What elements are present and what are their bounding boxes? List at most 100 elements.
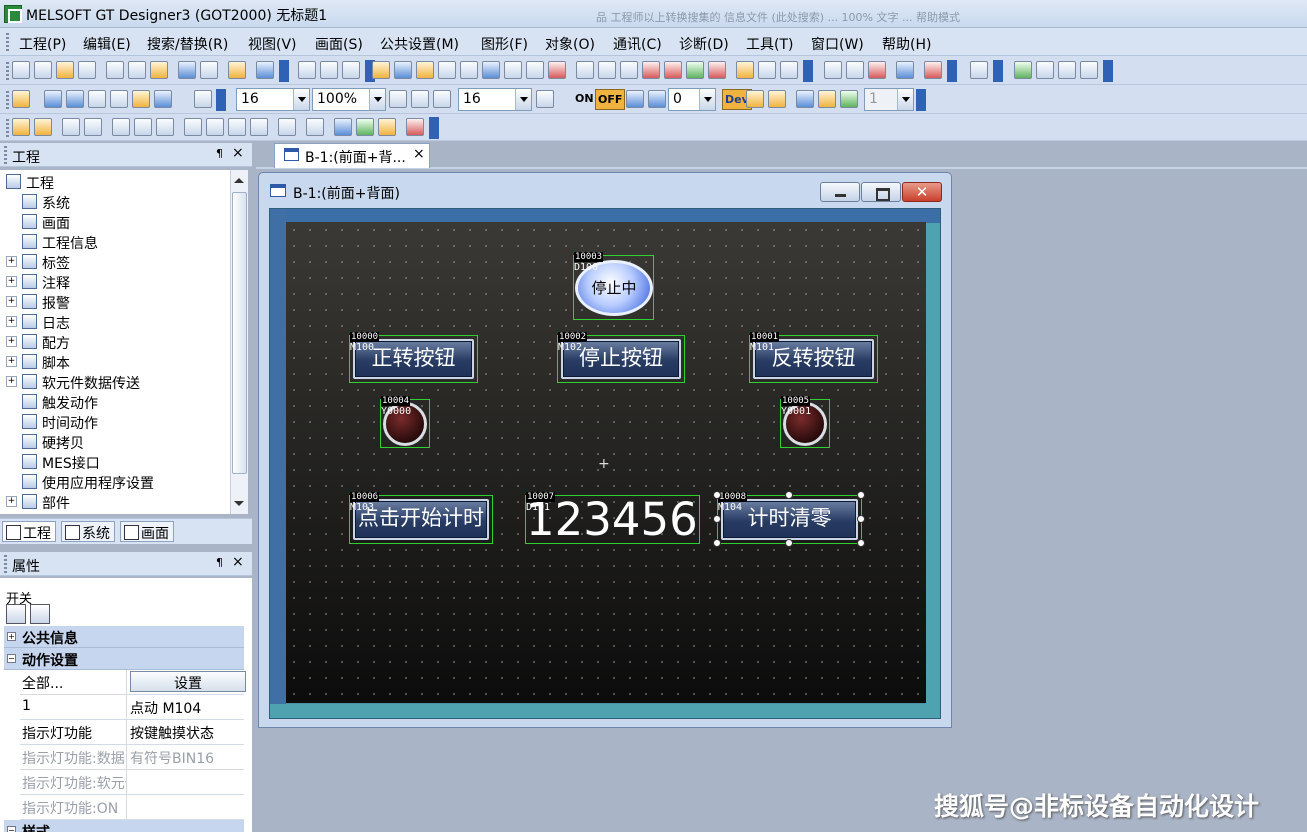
save-icon[interactable]: [78, 61, 96, 79]
language-icon[interactable]: [736, 61, 754, 79]
expand-icon[interactable]: +: [6, 376, 17, 387]
tool-icon[interactable]: [708, 61, 726, 79]
expand-icon[interactable]: +: [6, 276, 17, 287]
tab-project[interactable]: 工程: [2, 521, 56, 542]
tree-item[interactable]: + 部件: [6, 492, 230, 512]
lamp-y0000[interactable]: 10004 Y0000: [380, 396, 430, 448]
numeric-display[interactable]: 123456 10007 D101: [525, 492, 700, 544]
snap-icon[interactable]: [278, 118, 296, 136]
data-view-icon[interactable]: [504, 61, 522, 79]
panel-grip[interactable]: [4, 146, 7, 164]
expand-icon[interactable]: +: [6, 296, 17, 307]
font-icon[interactable]: [758, 61, 776, 79]
resize-handle-se[interactable]: [857, 539, 865, 547]
toolbar-overflow-icon[interactable]: [429, 117, 439, 139]
redo-icon[interactable]: [200, 61, 218, 79]
step-select[interactable]: 0: [668, 88, 716, 111]
screen-base-icon[interactable]: [298, 61, 316, 79]
object-icon[interactable]: [576, 61, 594, 79]
chevron-down-icon[interactable]: [515, 89, 531, 110]
tree-item[interactable]: + 日志: [6, 312, 230, 332]
frame-icon[interactable]: [620, 61, 638, 79]
layer-select[interactable]: 1: [864, 88, 914, 111]
pin-icon[interactable]: ¶: [216, 147, 223, 160]
flip-h-icon[interactable]: [206, 118, 224, 136]
pointer-up-icon[interactable]: [334, 118, 352, 136]
collapse-icon[interactable]: −: [7, 654, 16, 663]
alphabetical-view-icon[interactable]: [30, 604, 50, 624]
open-icon[interactable]: [56, 61, 74, 79]
stop-status-lamp[interactable]: 停止中 10003 D100: [573, 252, 654, 320]
font-size-select[interactable]: 16: [236, 88, 310, 111]
close-icon[interactable]: ×: [413, 146, 425, 162]
pin-icon[interactable]: ¶: [216, 556, 223, 569]
select-pointer-icon[interactable]: [228, 61, 246, 79]
project-tree[interactable]: 工程 系统 画面 工程信息 + 标签 + 注释 + 报警 + 日志 + 配方 + 脚本 + 软元件数据传送 触发动作…: [0, 170, 230, 514]
tree-item[interactable]: + 脚本: [6, 352, 230, 372]
categorized-view-icon[interactable]: [6, 604, 26, 624]
toolbar-overflow-icon[interactable]: [803, 60, 813, 82]
edit-vertex-icon[interactable]: [306, 118, 324, 136]
stop-button[interactable]: 停止按钮 10002 M102: [557, 332, 685, 383]
chevron-down-icon[interactable]: [369, 89, 385, 110]
data-table-icon[interactable]: [460, 61, 478, 79]
open-screen-icon[interactable]: [44, 90, 62, 108]
resize-handle-w[interactable]: [713, 515, 721, 523]
import-icon[interactable]: [824, 61, 842, 79]
device-list-icon[interactable]: [746, 90, 764, 108]
simulator-icon[interactable]: [970, 61, 988, 79]
tree-item[interactable]: + 报警: [6, 292, 230, 312]
expand-icon[interactable]: +: [6, 316, 17, 327]
tree-item[interactable]: MES接口: [6, 452, 230, 472]
resize-handle-s[interactable]: [785, 539, 793, 547]
expand-icon[interactable]: −: [7, 826, 16, 832]
zoom-select[interactable]: 100%: [312, 88, 386, 111]
zoom-in-icon[interactable]: [389, 90, 407, 108]
category-common-info[interactable]: + 公共信息: [4, 626, 244, 648]
panel-grip[interactable]: [4, 555, 7, 573]
tab-system[interactable]: 系统: [61, 521, 115, 542]
tree-scrollbar[interactable]: [230, 170, 248, 514]
abc-icon[interactable]: [780, 61, 798, 79]
expand-icon[interactable]: +: [6, 356, 17, 367]
zoom-out-icon[interactable]: [411, 90, 429, 108]
toolbar-overflow-icon[interactable]: [1103, 60, 1113, 82]
data-list-icon[interactable]: [438, 61, 456, 79]
expand-icon[interactable]: +: [6, 496, 17, 507]
menu-project[interactable]: 工程(P): [19, 34, 66, 54]
close-screen-icon[interactable]: [66, 90, 84, 108]
tree-item[interactable]: 硬拷贝: [6, 432, 230, 452]
ungroup-icon[interactable]: [34, 118, 52, 136]
book-icon[interactable]: [416, 61, 434, 79]
bring-front-icon[interactable]: [112, 118, 130, 136]
arrow-right-icon[interactable]: [648, 90, 666, 108]
globe-icon[interactable]: [686, 61, 704, 79]
property-row[interactable]: 1 点动 M104: [20, 695, 244, 720]
scroll-down-icon[interactable]: [234, 501, 244, 506]
settings-button[interactable]: 设置: [130, 671, 246, 692]
menu-communication[interactable]: 通讯(C): [613, 34, 662, 54]
lamp-y0001[interactable]: 10005 Y0001: [780, 396, 830, 448]
tree-item[interactable]: 系统: [6, 192, 230, 212]
toolbar-overflow-icon[interactable]: [993, 60, 1003, 82]
paste-icon[interactable]: [150, 61, 168, 79]
tree-item[interactable]: 画面: [6, 212, 230, 232]
maximize-button[interactable]: [861, 182, 901, 202]
id-icon[interactable]: [768, 90, 786, 108]
help-icon[interactable]: [256, 61, 274, 79]
toolbar-overflow-icon[interactable]: [916, 89, 926, 111]
tree-item[interactable]: 时间动作: [6, 412, 230, 432]
sim-stop-icon[interactable]: [1080, 61, 1098, 79]
resize-handle-ne[interactable]: [857, 491, 865, 499]
chevron-down-icon[interactable]: [897, 89, 913, 110]
tree-item[interactable]: + 注释: [6, 272, 230, 292]
search-icon[interactable]: [372, 61, 390, 79]
rotate-icon[interactable]: [184, 118, 202, 136]
menu-diagnostics[interactable]: 诊断(D): [679, 34, 729, 54]
close-icon[interactable]: ×: [232, 145, 244, 161]
forward-button[interactable]: 正转按钮 10000 M100: [349, 332, 478, 383]
comment-list-icon[interactable]: [526, 61, 544, 79]
flip-v-icon[interactable]: [228, 118, 246, 136]
menu-window[interactable]: 窗口(W): [811, 34, 864, 54]
resize-handle-nw[interactable]: [713, 491, 721, 499]
